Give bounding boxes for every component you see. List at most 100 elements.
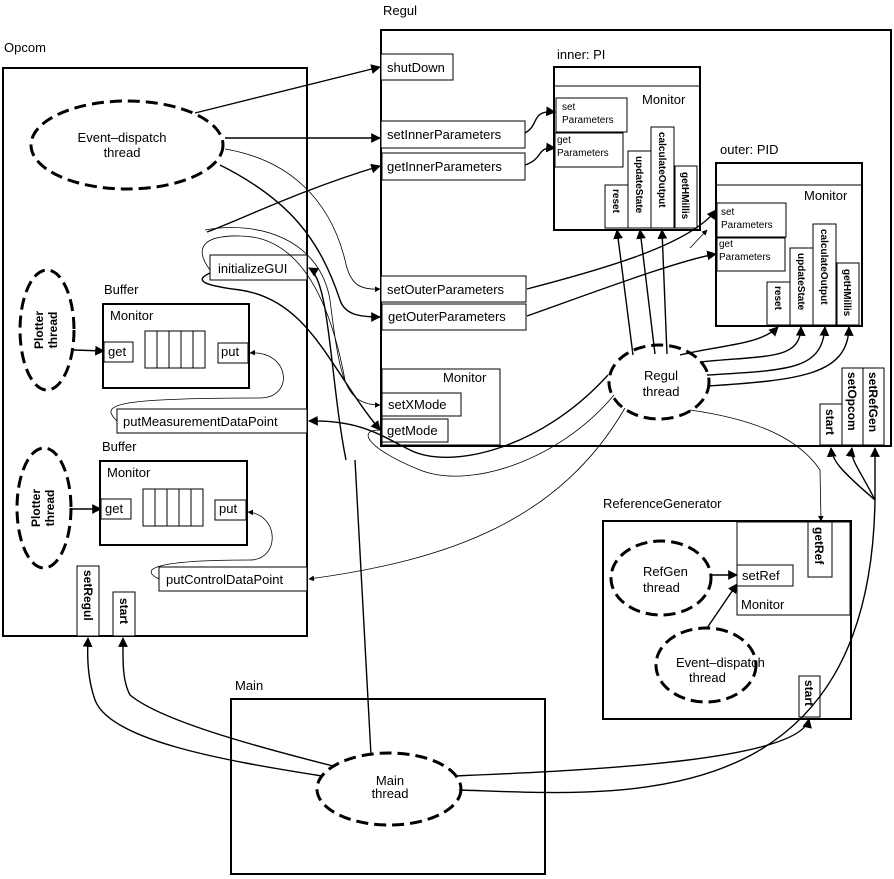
buffer-queue — [142, 488, 204, 527]
method-label: start — [117, 598, 131, 624]
thread-label-line2: thread — [689, 670, 726, 685]
buffer-label: Buffer — [104, 282, 139, 297]
monitor-label: Monitor — [110, 308, 154, 323]
call-shutdown — [194, 64, 381, 114]
monitor-label: Monitor — [443, 370, 487, 385]
buffer-queue — [144, 330, 206, 369]
opcom-label: Opcom — [4, 40, 46, 55]
method-label: getHMillis — [679, 172, 690, 220]
method-label-line1: set — [721, 207, 735, 218]
set-regul-method: setRegul — [76, 565, 100, 637]
call-outer-calculate-output — [706, 326, 830, 376]
method-label: start — [802, 680, 816, 706]
regul-component: Regul shutDown setInnerParameters getInn… — [380, 3, 892, 447]
thread-label-line2: thread — [43, 490, 57, 527]
shut-down-method: shutDown — [380, 53, 454, 81]
put-measurement-data-point-method: putMeasurementDataPoint — [116, 408, 308, 434]
thread-label-line1: Event–dispatch — [676, 655, 765, 670]
set-ref-gen-method: setRefGen — [862, 367, 885, 446]
outer-pid-controller: outer: PID Monitor set Parameters get Pa… — [715, 142, 863, 327]
monitor-label: Monitor — [741, 597, 785, 612]
regul-start-method: start — [819, 403, 843, 446]
put-label: put — [221, 344, 239, 359]
ref-gen-monitor: Monitor setRef getRef — [736, 521, 851, 616]
method-label: getHMillis — [841, 269, 852, 317]
call-inner-calculate-output — [657, 229, 668, 355]
set-opcom-method: setOpcom — [841, 367, 864, 446]
ref-gen-event-dispatch-thread: Event–dispatch thread — [654, 626, 765, 704]
method-label: setRefGen — [866, 372, 880, 432]
call-inner-reset — [613, 229, 634, 356]
method-label: updateState — [633, 156, 644, 214]
method-label: setRegul — [81, 570, 95, 621]
method-label: putControlDataPoint — [166, 572, 283, 587]
method-label: reset — [610, 189, 621, 214]
method-label: start — [823, 409, 837, 435]
regul-thread: Regul thread — [607, 343, 711, 421]
get-outer-parameters-method: getOuterParameters — [381, 303, 527, 331]
method-label-line2: Parameters — [562, 115, 614, 126]
call-inner-get-h-millis — [689, 229, 708, 249]
inner-pi-controller: inner: PI Monitor set Parameters get Par… — [553, 47, 701, 231]
set-inner-parameters-method: setInnerParameters — [380, 120, 526, 149]
method-label: getRef — [812, 527, 826, 565]
call-main-opcom-thread — [354, 459, 372, 756]
thread-label-line1: Plotter — [32, 311, 46, 349]
put-label: put — [219, 501, 237, 516]
call-opcom-start — [118, 637, 334, 767]
plotter-1-get — [73, 345, 105, 356]
main-thread: Main thread — [315, 751, 463, 827]
forward-get-parameters-inner — [524, 142, 556, 166]
monitor-label: Monitor — [804, 188, 848, 203]
main-label: Main — [235, 678, 263, 693]
method-label: shutDown — [387, 60, 445, 75]
thread-label-line2: thread — [104, 145, 141, 160]
put-control-data-point-method: putControlDataPoint — [158, 566, 308, 592]
regul-mode-monitor: Monitor setXMode getMode — [381, 368, 501, 446]
buffer-2: Buffer Monitor get put Plotter thread pu… — [15, 439, 308, 592]
method-label: putMeasurementDataPoint — [123, 414, 278, 429]
method-label-line2: Parameters — [557, 148, 609, 159]
buffer-1: Buffer Monitor get put Plotter thread pu… — [18, 268, 308, 434]
ref-gen-start-method: start — [798, 675, 821, 718]
method-label: updateState — [795, 253, 806, 311]
call-initialize-gui — [308, 267, 347, 461]
call-ref-gen-start — [454, 718, 812, 777]
call-inner-update-state — [636, 229, 656, 355]
main-component: Main Main thread — [230, 678, 546, 875]
plotter-thread-1: Plotter thread — [18, 268, 76, 392]
thread-label-line2: thread — [643, 384, 680, 399]
opcom-start-method: start — [112, 591, 136, 637]
call-get-inner-parameters — [206, 163, 381, 233]
method-label-line2: Parameters — [719, 252, 771, 263]
thread-label-line1: Plotter — [29, 489, 43, 527]
monitor-label: Monitor — [642, 92, 686, 107]
method-label: setInnerParameters — [387, 127, 502, 142]
reference-generator-component: ReferenceGenerator Monitor setRef getRef… — [602, 496, 852, 720]
set-outer-parameters-method: setOuterParameters — [380, 275, 527, 303]
method-label: reset — [772, 286, 783, 311]
method-label: setOuterParameters — [387, 282, 505, 297]
get-label: get — [108, 344, 126, 359]
event-thread-set-ref — [706, 583, 738, 629]
thread-label-line1: Event–dispatch — [78, 130, 167, 145]
regul-label: Regul — [383, 3, 417, 18]
call-outer-update-state — [699, 326, 806, 363]
buffer-label: Buffer — [102, 439, 137, 454]
controller-label: outer: PID — [720, 142, 779, 157]
method-label: calculateOutput — [818, 229, 829, 305]
method-label: setXMode — [388, 397, 447, 412]
get-label: get — [105, 501, 123, 516]
thread-label-line2: thread — [643, 580, 680, 595]
plotter-thread-2: Plotter thread — [15, 446, 73, 570]
call-regul-set-opcom — [845, 447, 876, 501]
forward-set-parameters-inner — [524, 106, 556, 134]
controller-label: inner: PI — [557, 47, 605, 62]
method-label-line1: get — [557, 135, 571, 146]
thread-label-line2: thread — [46, 312, 60, 349]
call-set-x-mode — [204, 227, 381, 408]
thread-label-line2: thread — [372, 786, 409, 801]
call-get-outer-parameters — [219, 164, 381, 322]
method-label: getOuterParameters — [388, 309, 506, 324]
initialize-gui-method: initializeGUI — [209, 254, 308, 281]
